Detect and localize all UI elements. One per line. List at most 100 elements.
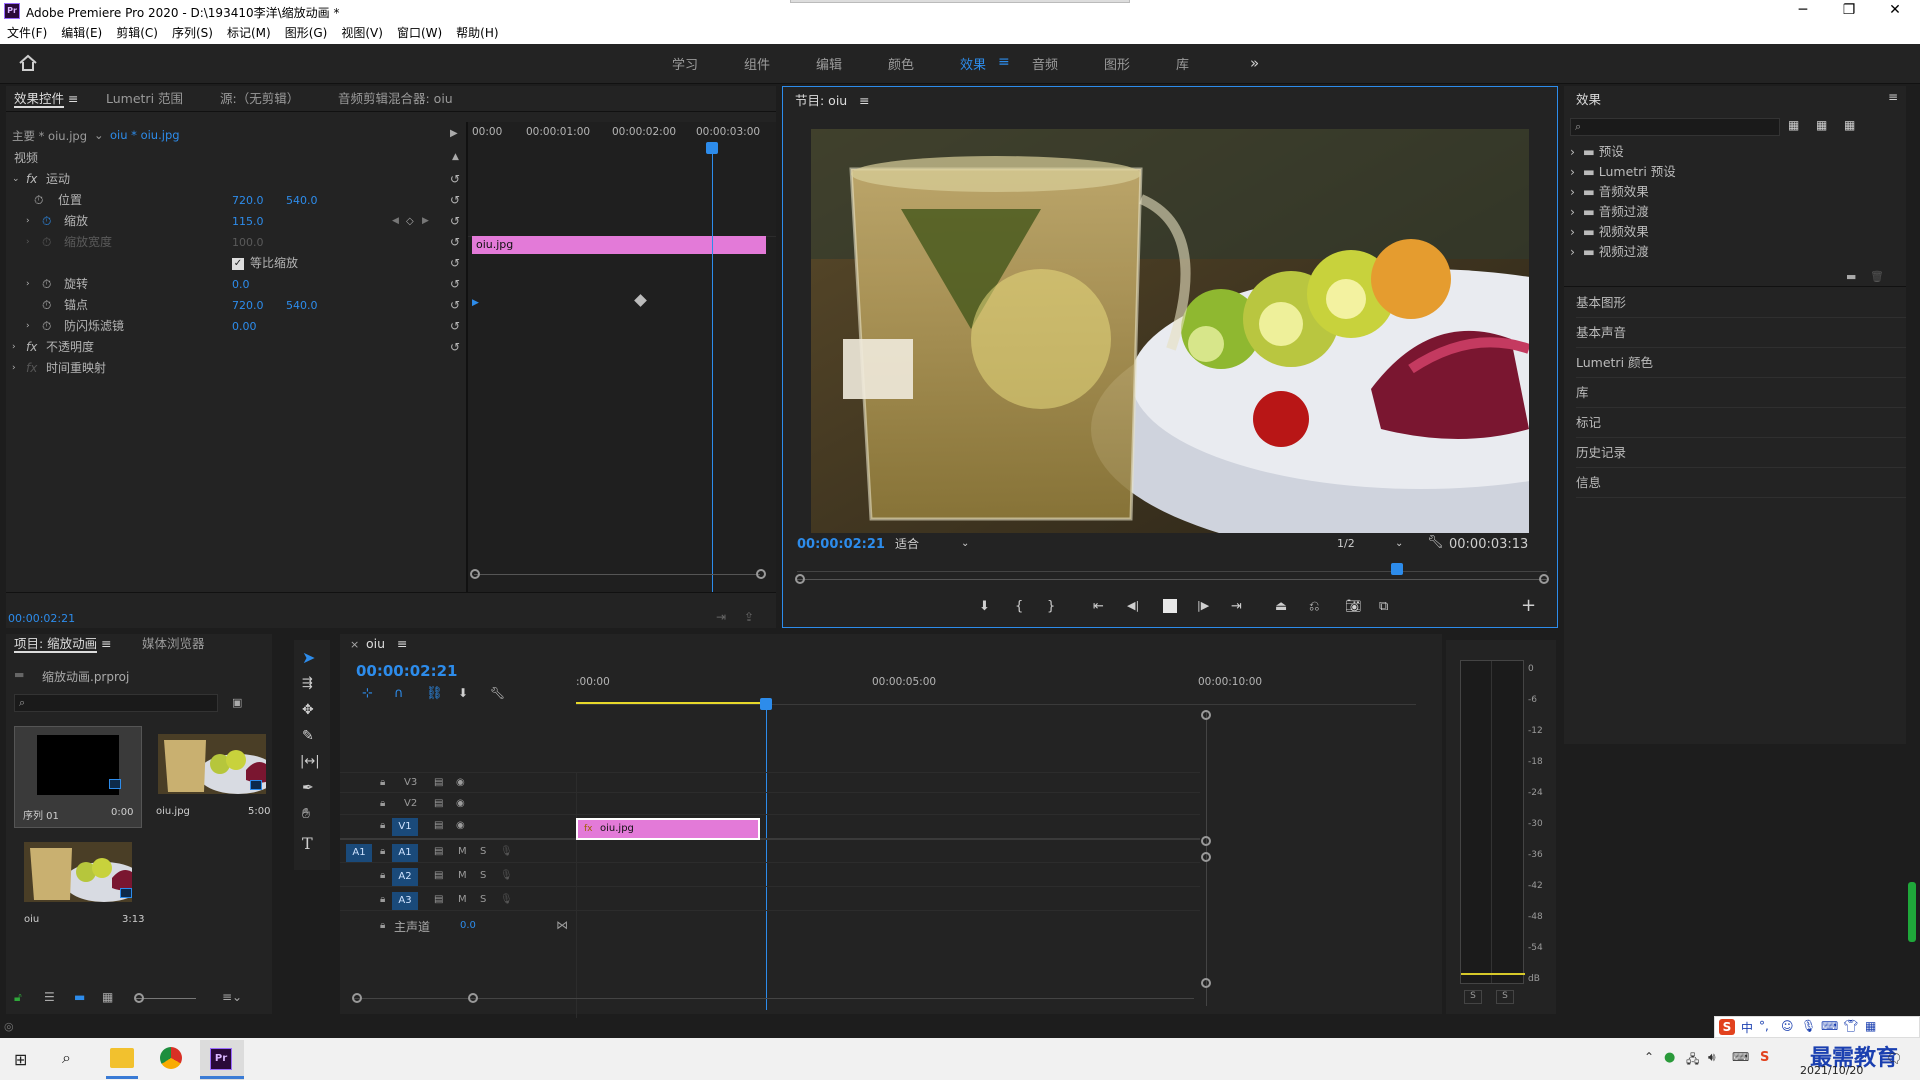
stopwatch-icon[interactable]: ⏱ [42,316,51,337]
zoom-slider-handle[interactable] [134,993,144,1003]
pen-tool-icon[interactable]: ✒ [302,780,314,796]
lock-icon[interactable]: 🔒︎ [380,870,385,881]
reset-icon[interactable]: ↺ [450,253,460,274]
source-patch-a1[interactable]: A1 [346,844,372,862]
sort-icon[interactable]: ≡⌄ [222,990,242,1004]
notification-icon[interactable]: 🗨︎ [1886,1052,1903,1067]
list-view-icon[interactable]: ☰ [44,990,55,1004]
go-to-out-icon[interactable]: ⇥ [1231,599,1242,614]
menu-clip[interactable]: 剪辑(C) [109,22,165,44]
lock-icon[interactable]: 🔒︎ [380,777,385,788]
stopwatch-icon[interactable]: ⏱ [42,295,51,316]
close-tab-icon[interactable]: × [350,638,359,651]
tab-program[interactable]: 节目: oiu ≡ [795,91,870,111]
play-triangle-icon[interactable]: ▶ [450,128,458,139]
close-button[interactable]: ✕ [1872,0,1918,22]
workspace-menu-icon[interactable]: ≡ [998,54,1010,70]
track-label[interactable]: V2 [404,798,417,809]
chrome-icon[interactable] [160,1047,182,1069]
zoom-handle-left[interactable] [795,574,805,584]
track-label[interactable]: V3 [404,777,417,788]
slip-tool-icon[interactable]: |↔| [300,754,320,769]
reset-icon[interactable]: ↺ [450,169,460,190]
find-icon[interactable]: ▣ [232,696,242,709]
project-item-sequence-oiu[interactable]: oiu 3:13 [14,834,144,934]
scroll-handle[interactable] [1201,836,1211,846]
step-back-icon[interactable]: ◀| [1127,599,1139,612]
sync-lock-icon[interactable]: ▤ [434,820,443,831]
tree-item-video-transitions[interactable]: › ▬ 视频过渡 [1570,242,1900,262]
program-timecode[interactable]: 00:00:02:21 [797,537,885,552]
timeline-timecode[interactable]: 00:00:02:21 [356,662,458,680]
share-icon[interactable]: ⇪ [744,610,754,624]
mic-icon[interactable]: 🎙︎ [500,894,513,905]
effects-search-input[interactable]: ⌕ [1570,118,1780,136]
tab-project[interactable]: 项目: 缩放动画 ≡ [14,634,112,654]
snap-icon[interactable]: ∩ [394,686,404,701]
panel-menu-icon[interactable]: ≡ [1888,90,1898,104]
resolution-dropdown[interactable]: 1/2 ⌄ [1333,535,1413,553]
solo-button[interactable]: S [480,846,486,857]
tab-sequence[interactable]: oiu ≡ [366,634,407,654]
restore-button[interactable]: ❐ [1826,0,1872,22]
search-icon[interactable]: ⌕ [62,1048,71,1068]
solo-left-button[interactable]: S [1464,990,1482,1004]
panel-essential-sound[interactable]: 基本声音 [1576,318,1906,348]
volume-icon[interactable]: 🔊︎ [1708,1050,1716,1065]
reset-icon[interactable]: ↺ [450,316,460,337]
panel-menu-icon[interactable]: ≡ [68,91,78,106]
delete-icon[interactable]: 🗑︎ [1870,270,1884,283]
flicker-value[interactable]: 0.00 [232,316,257,337]
mute-button[interactable]: M [458,894,467,905]
camera-icon[interactable]: 📷︎ [1345,599,1362,614]
sync-lock-icon[interactable]: ▤ [434,846,443,857]
panel-markers[interactable]: 标记 [1576,408,1906,438]
expand-arrow-icon[interactable]: › [12,337,16,358]
lock-icon[interactable]: 🔒︎ [380,820,385,831]
tray-app-icon[interactable]: ● [1664,1050,1675,1065]
zoom-handle-left[interactable] [470,569,480,579]
master-clip-label[interactable]: 主要 * oiu.jpg [12,128,87,144]
reset-icon[interactable]: ↺ [450,337,460,358]
32bit-effects-icon[interactable]: ▦ [1816,118,1827,132]
type-tool-icon[interactable]: T [302,834,313,853]
new-bin-icon[interactable]: ▬ [1846,270,1856,283]
stopwatch-icon[interactable]: ⏱ [34,190,43,211]
mic-icon[interactable]: 🎙︎ [1801,1019,1816,1033]
sync-lock-icon[interactable]: ▤ [434,777,443,788]
ime-mode[interactable]: 中 [1741,1019,1753,1036]
zoom-handle-right[interactable] [756,569,766,579]
punctuation-icon[interactable]: °, [1759,1019,1769,1033]
zoom-handle-right[interactable] [1539,574,1549,584]
tree-item-lumetri-presets[interactable]: › ▬ Lumetri 预设 [1570,162,1900,182]
fit-dropdown[interactable]: 适合 ⌄ [891,535,979,553]
panel-lumetri-color[interactable]: Lumetri 颜色 [1576,348,1906,378]
track-label[interactable]: A1 [392,844,418,862]
project-item-sequence[interactable]: 序列 01 0:00 [14,726,142,828]
sync-lock-icon[interactable]: ▤ [434,894,443,905]
sogou-icon[interactable]: S [1760,1050,1769,1065]
menu-graphics[interactable]: 图形(G) [278,22,335,44]
tree-item-audio-effects[interactable]: › ▬ 音频效果 [1570,182,1900,202]
add-marker-icon[interactable]: ⬇ [458,686,468,700]
tab-lumetri-scopes[interactable]: Lumetri 范围 [106,89,183,109]
lift-icon[interactable]: ⏏ [1275,599,1287,614]
stopwatch-icon[interactable]: ⏱ [42,274,51,295]
tab-audio-mixer[interactable]: 音频剪辑混合器: oiu [338,89,453,109]
nest-toggle-icon[interactable]: ⊹ [362,686,373,701]
mark-out-icon[interactable]: } [1047,599,1055,614]
stop-icon[interactable] [1163,599,1177,613]
workspace-effects[interactable]: 效果 [960,54,986,73]
scroll-handle[interactable] [1201,852,1211,862]
hand-tool-icon[interactable]: ✋︎ [302,806,310,822]
workspace-audio[interactable]: 音频 [1032,54,1058,73]
minimize-button[interactable]: ─ [1780,0,1826,22]
workspace-libraries[interactable]: 库 [1176,54,1189,73]
mute-button[interactable]: M [458,846,467,857]
project-item-image[interactable]: oiu.jpg 5:00 [150,726,270,828]
go-to-edit-icon[interactable]: ⋈ [556,918,568,932]
keyframe-diamond-icon[interactable] [634,294,647,307]
scale-value[interactable]: 115.0 [232,211,264,232]
menu-file[interactable]: 文件(F) [0,22,54,44]
eye-icon[interactable]: ◉ [456,777,465,788]
